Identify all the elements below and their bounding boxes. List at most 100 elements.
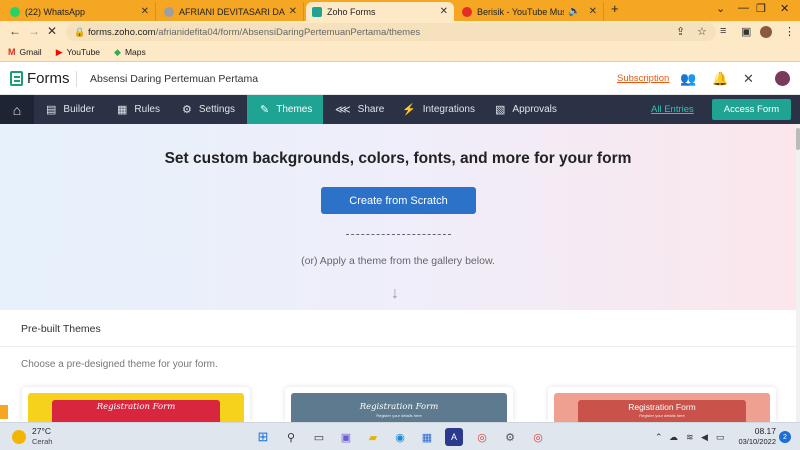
themes-hero: Set custom backgrounds, colors, fonts, a… bbox=[0, 124, 796, 310]
bookmark-label: YouTube bbox=[66, 47, 101, 57]
brand-name[interactable]: Forms bbox=[27, 70, 70, 87]
side-panel-icon[interactable]: ▣ bbox=[741, 25, 751, 38]
users-icon[interactable]: 👥 bbox=[680, 71, 696, 87]
close-window-icon[interactable]: ✕ bbox=[780, 2, 789, 15]
store-icon[interactable]: ▦ bbox=[418, 428, 436, 446]
tab-integrations[interactable]: ⚡ Integrations bbox=[402, 95, 475, 124]
clock-time[interactable]: 08.17 bbox=[738, 426, 776, 436]
app-icon[interactable]: A bbox=[445, 428, 463, 446]
approvals-icon: ▧ bbox=[495, 104, 506, 116]
tab-settings[interactable]: ⚙ Settings bbox=[182, 95, 235, 124]
tab-label: Settings bbox=[198, 104, 236, 115]
restore-icon[interactable]: ❐ bbox=[756, 2, 766, 15]
edge-icon[interactable]: ◉ bbox=[391, 428, 409, 446]
sun-icon[interactable] bbox=[12, 430, 26, 444]
close-icon[interactable]: ✕ bbox=[589, 6, 597, 17]
forms-logo-icon[interactable] bbox=[10, 71, 23, 86]
avatar[interactable] bbox=[775, 71, 790, 86]
theme-title: Registration Form bbox=[628, 402, 696, 412]
tab-label: AFRIANI DEVITASARI DAMULAWAN bbox=[179, 6, 285, 17]
notification-badge[interactable]: 2 bbox=[779, 431, 791, 443]
close-icon[interactable]: ✕ bbox=[289, 6, 297, 17]
chevron-up-icon[interactable]: ⌃ bbox=[655, 432, 663, 443]
gear-icon: ⚙ bbox=[182, 104, 192, 116]
tab-label: Rules bbox=[134, 104, 160, 115]
theme-card[interactable]: Registration Form Register your details … bbox=[285, 387, 513, 422]
arrow-down-icon: ↓ bbox=[391, 285, 399, 302]
access-form-button[interactable]: Access Form bbox=[712, 99, 791, 120]
close-icon[interactable]: ✕ bbox=[440, 6, 448, 17]
browser-tab-strip: (22) WhatsApp ✕ AFRIANI DEVITASARI DAMUL… bbox=[0, 0, 800, 21]
clock-date[interactable]: 03/10/2022 bbox=[730, 437, 776, 446]
lock-icon[interactable]: 🔒 bbox=[74, 27, 85, 38]
browser-tab-whatsapp[interactable]: (22) WhatsApp ✕ bbox=[4, 2, 156, 21]
tab-search-icon[interactable]: ⌄ bbox=[716, 2, 725, 15]
windows-start-icon[interactable]: ⊞ bbox=[254, 428, 272, 446]
tools-icon[interactable]: ✕ bbox=[743, 71, 754, 87]
bell-icon[interactable]: 🔔 bbox=[712, 71, 728, 87]
scrollbar-thumb[interactable] bbox=[796, 128, 800, 150]
stop-loading-icon[interactable]: ✕ bbox=[47, 24, 57, 38]
all-entries-link[interactable]: All Entries bbox=[651, 104, 694, 115]
theme-card[interactable]: Registration Form Register your details … bbox=[548, 387, 776, 422]
battery-icon[interactable]: ▭ bbox=[716, 432, 725, 443]
close-icon[interactable]: ✕ bbox=[141, 6, 149, 17]
theme-banner: Registration Form bbox=[52, 400, 220, 422]
volume-icon[interactable]: ◀ bbox=[701, 432, 708, 443]
bookmark-star-icon[interactable]: ☆ bbox=[697, 25, 707, 38]
tab-label: Zoho Forms bbox=[327, 6, 376, 17]
address-bar[interactable]: 🔒 forms.zoho.com/afrianidefita04/form/Ab… bbox=[66, 23, 716, 41]
minimize-icon[interactable]: — bbox=[738, 2, 749, 14]
browser-tab-zoho-forms[interactable]: Zoho Forms ✕ bbox=[306, 2, 454, 21]
menu-kebab-icon[interactable]: ⋮ bbox=[784, 25, 795, 38]
file-explorer-icon[interactable]: ▰ bbox=[364, 428, 382, 446]
speaker-icon[interactable]: 🔈 bbox=[568, 6, 580, 17]
weather-condition[interactable]: Cerah bbox=[32, 437, 52, 446]
tab-builder[interactable]: ▤ Builder bbox=[46, 95, 95, 124]
forward-icon[interactable]: → bbox=[28, 24, 40, 38]
cloud-icon[interactable]: ☁ bbox=[669, 432, 678, 443]
theme-banner: Registration Form Register your details … bbox=[315, 400, 483, 422]
prebuilt-themes-section: Pre-built Themes Choose a pre-designed t… bbox=[0, 310, 796, 422]
header-divider bbox=[76, 71, 77, 87]
chrome-icon[interactable]: ◎ bbox=[473, 428, 491, 446]
tab-approvals[interactable]: ▧ Approvals bbox=[495, 95, 557, 124]
task-view-icon[interactable]: ▭ bbox=[310, 428, 328, 446]
bookmark-maps[interactable]: ◆ Maps bbox=[114, 47, 146, 58]
tab-share[interactable]: ⋘ Share bbox=[335, 95, 384, 124]
chrome-profile-icon[interactable]: ◎ bbox=[529, 428, 547, 446]
tab-rules[interactable]: ▦ Rules bbox=[117, 95, 160, 124]
media-controls-icon[interactable]: ≡ bbox=[720, 25, 726, 37]
bookmark-gmail[interactable]: M Gmail bbox=[8, 47, 42, 57]
back-icon[interactable]: ← bbox=[9, 24, 21, 38]
maps-icon: ◆ bbox=[114, 46, 121, 57]
wifi-icon[interactable]: ≋ bbox=[686, 432, 694, 443]
subscription-link[interactable]: Subscription bbox=[617, 73, 669, 84]
search-icon[interactable]: ⚲ bbox=[282, 428, 300, 446]
home-button[interactable]: ⌂ bbox=[0, 95, 34, 124]
theme-card[interactable]: Registration Form bbox=[22, 387, 250, 422]
url-path: /afrianidefita04/form/AbsensiDaringPerte… bbox=[155, 26, 421, 38]
create-from-scratch-button[interactable]: Create from Scratch bbox=[321, 187, 476, 214]
browser-tab-youtube-music[interactable]: Berisik - YouTube Music 🔈 ✕ bbox=[456, 2, 604, 21]
gmail-icon: M bbox=[8, 47, 16, 57]
browser-toolbar: ← → ✕ 🔒 forms.zoho.com/afrianidefita04/f… bbox=[0, 21, 800, 43]
bookmark-youtube[interactable]: ▶ YouTube bbox=[56, 47, 100, 58]
dotted-divider bbox=[346, 234, 451, 235]
tab-label: Themes bbox=[276, 104, 313, 115]
feedback-tab[interactable] bbox=[0, 405, 8, 419]
browser-tab-drive[interactable]: AFRIANI DEVITASARI DAMULAWAN ✕ bbox=[158, 2, 304, 21]
page-scrollbar[interactable] bbox=[796, 124, 800, 422]
drive-icon bbox=[164, 6, 174, 17]
brush-icon: ✎ bbox=[260, 104, 270, 116]
chat-icon[interactable]: ▣ bbox=[337, 428, 355, 446]
theme-banner: Registration Form Register your details … bbox=[578, 400, 746, 422]
weather-temperature[interactable]: 27°C bbox=[32, 426, 51, 436]
theme-title: Registration Form bbox=[359, 402, 439, 412]
tab-label: (22) WhatsApp bbox=[25, 6, 86, 17]
profile-avatar[interactable] bbox=[760, 26, 772, 38]
new-tab-button[interactable]: + bbox=[611, 1, 619, 16]
tab-themes[interactable]: ✎ Themes bbox=[247, 95, 323, 124]
settings-gear-icon[interactable]: ⚙ bbox=[501, 428, 519, 446]
share-page-icon[interactable]: ⇪ bbox=[676, 25, 685, 38]
